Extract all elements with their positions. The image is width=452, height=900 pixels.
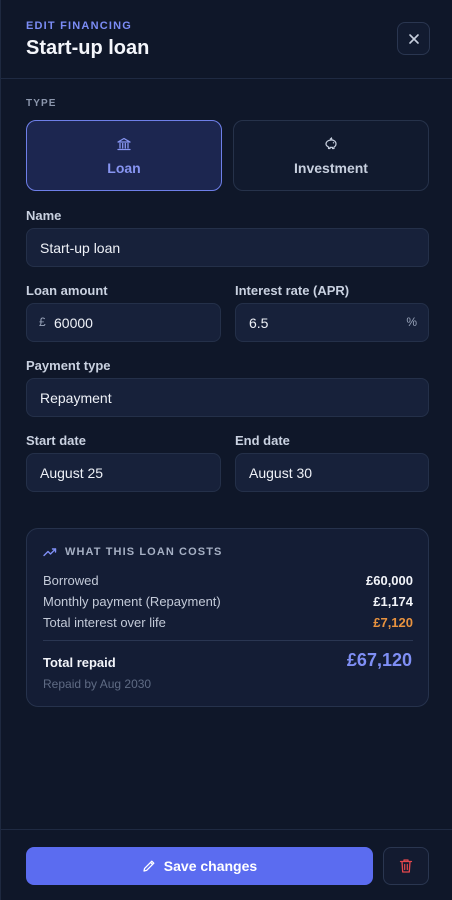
piggy-bank-icon [325, 136, 337, 149]
save-changes-button[interactable]: Save changes [26, 847, 373, 885]
interest-rate-input[interactable]: 6.5 % [235, 303, 429, 342]
summary-row-key: Monthly payment (Repayment) [43, 594, 221, 609]
summary-row-value: £60,000 [366, 573, 413, 588]
payment-type-value: Repayment [40, 389, 112, 406]
interest-rate-label: Interest rate (APR) [235, 283, 350, 298]
close-button[interactable] [397, 22, 430, 55]
summary-row-monthly-payment: Monthly payment (Repayment) £1,174 [43, 594, 413, 609]
name-input[interactable]: Start-up loan [26, 228, 429, 267]
type-option-investment-label: Investment [294, 159, 368, 176]
bank-icon [117, 137, 131, 150]
type-option-loan-label: Loan [107, 159, 141, 176]
payment-type-label: Payment type [26, 358, 111, 373]
panel-eyebrow: EDIT FINANCING [26, 20, 133, 32]
repaid-by-note: Repaid by Aug 2030 [43, 677, 152, 691]
trending-up-icon [43, 548, 57, 557]
type-option-investment[interactable]: Investment [233, 120, 429, 191]
delete-button[interactable] [383, 847, 429, 885]
type-option-loan[interactable]: Loan [26, 120, 222, 191]
summary-title: WHAT THIS LOAN COSTS [65, 546, 223, 558]
loan-cost-summary: WHAT THIS LOAN COSTS Borrowed £60,000 Mo… [26, 528, 429, 707]
edit-financing-panel: EDIT FINANCING Start-up loan TYPE Loan I… [0, 0, 452, 900]
name-input-value: Start-up loan [40, 239, 121, 256]
start-date-input[interactable]: August 25 [26, 453, 221, 492]
end-date-value: August 30 [249, 464, 313, 481]
summary-row-key: Total interest over life [43, 615, 166, 630]
trash-icon [399, 859, 413, 873]
start-date-value: August 25 [40, 464, 104, 481]
summary-row-value: £7,120 [373, 615, 413, 630]
end-date-input[interactable]: August 30 [235, 453, 429, 492]
summary-divider [43, 640, 413, 641]
total-repaid-label: Total repaid [43, 655, 116, 670]
panel-title: Start-up loan [26, 37, 150, 59]
interest-rate-value: 6.5 [249, 314, 269, 331]
loan-amount-input[interactable]: £ 60000 [26, 303, 221, 342]
summary-row-borrowed: Borrowed £60,000 [43, 573, 413, 588]
start-date-label: Start date [26, 433, 86, 448]
panel-footer: Save changes [1, 829, 452, 900]
payment-type-select[interactable]: Repayment [26, 378, 429, 417]
total-repaid-value: £67,120 [346, 650, 412, 670]
percent-suffix: % [406, 315, 417, 329]
end-date-label: End date [235, 433, 290, 448]
save-changes-label: Save changes [163, 858, 258, 874]
type-section-label: TYPE [26, 98, 57, 109]
summary-row-total-interest: Total interest over life £7,120 [43, 615, 413, 630]
summary-row-value: £1,174 [373, 594, 413, 609]
name-label: Name [26, 208, 62, 223]
close-icon [408, 33, 419, 44]
summary-row-key: Borrowed [43, 573, 99, 588]
summary-header: WHAT THIS LOAN COSTS [43, 546, 222, 558]
panel-header: EDIT FINANCING Start-up loan [1, 0, 452, 79]
currency-prefix: £ [39, 315, 46, 329]
loan-amount-label: Loan amount [26, 283, 108, 298]
pencil-icon [143, 860, 155, 872]
loan-amount-value: 60000 [54, 314, 93, 331]
